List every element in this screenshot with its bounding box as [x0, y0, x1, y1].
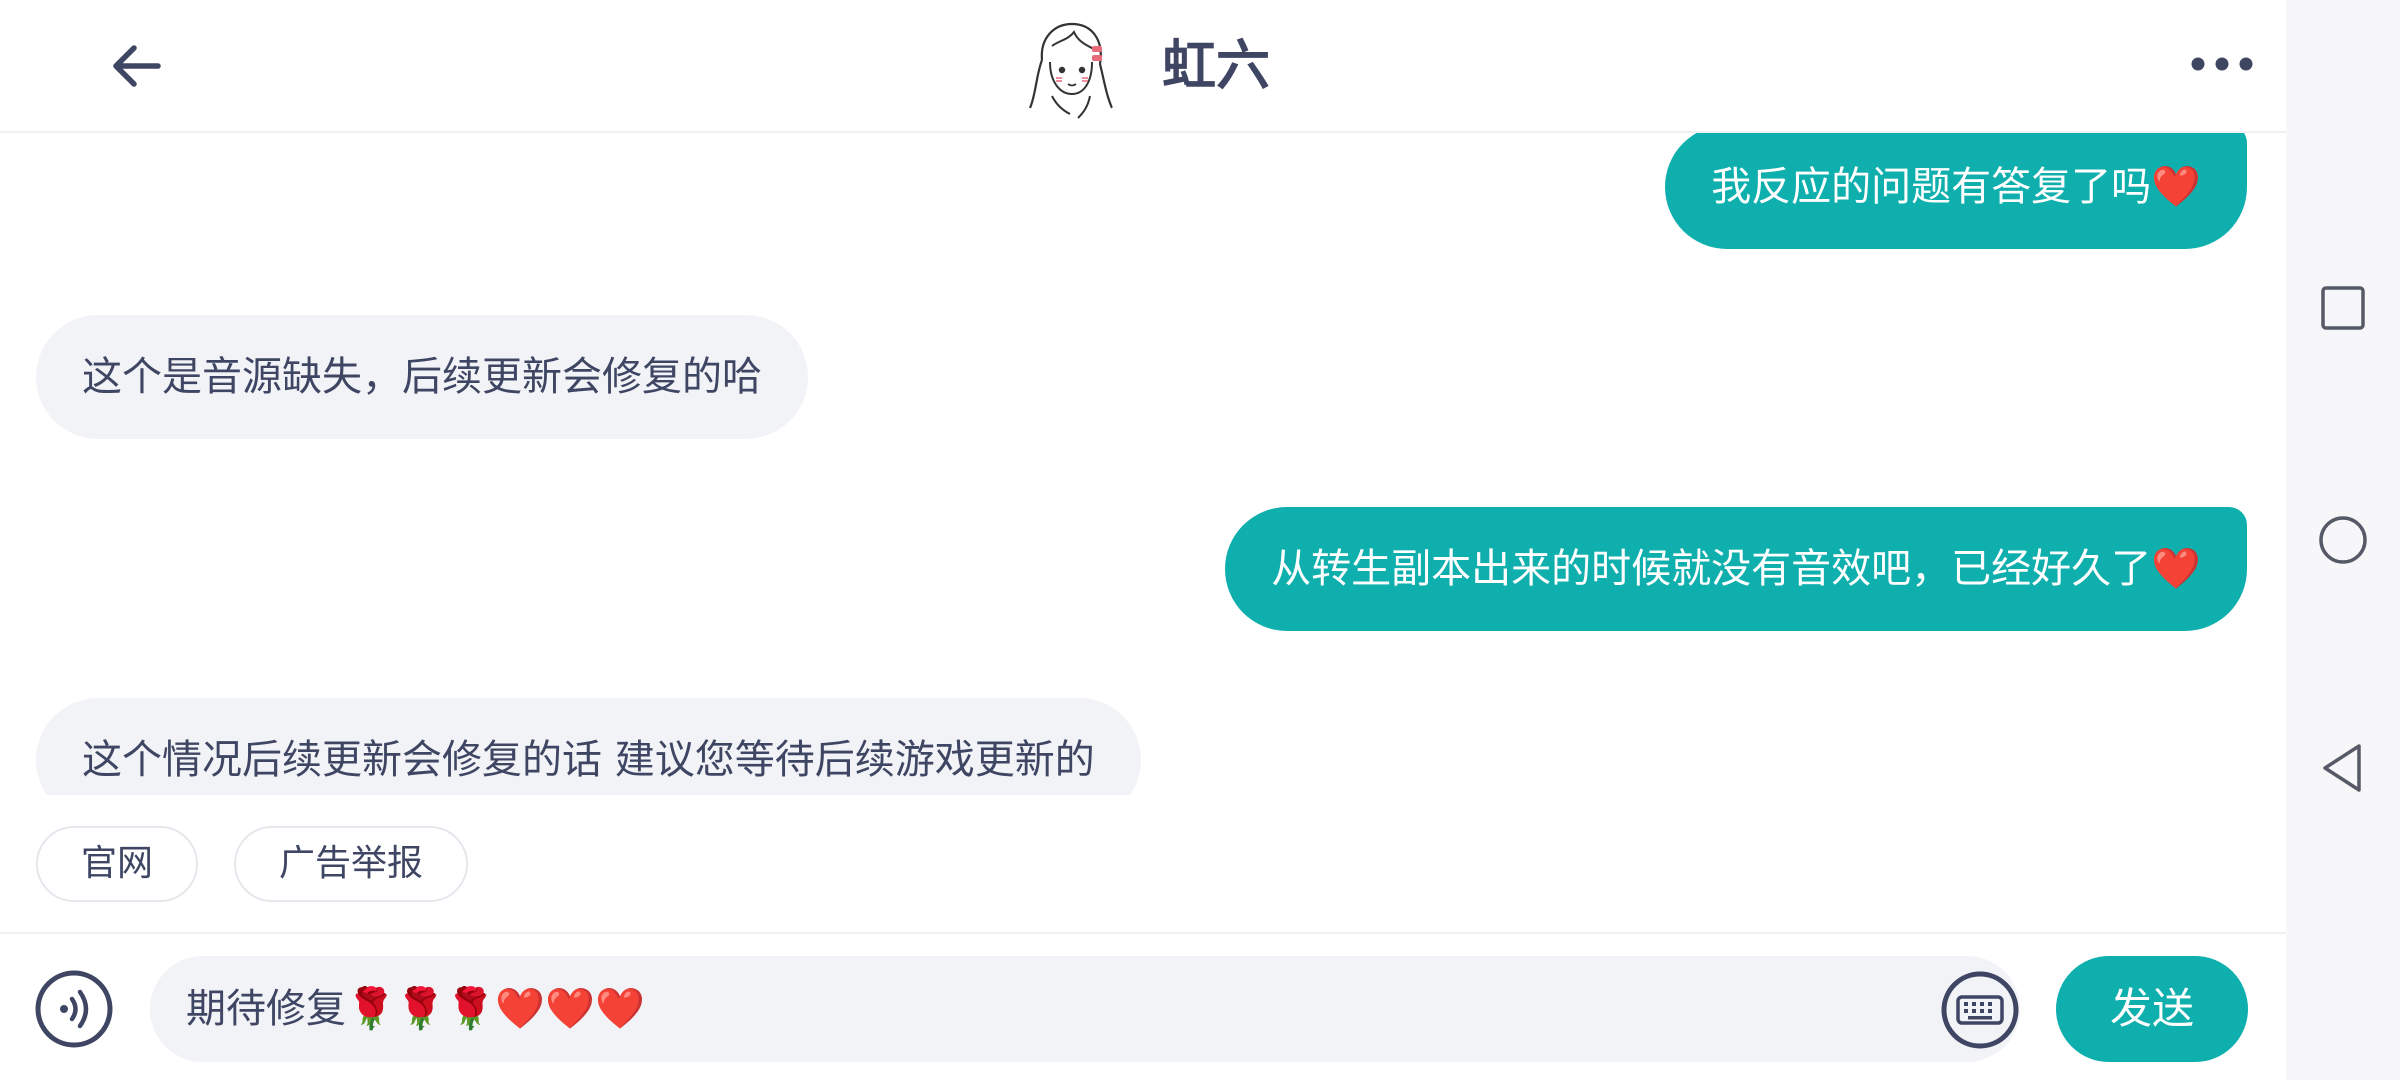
chat-screen: 虹六 我反应的问题有答复了吗❤️ 这个是音源缺失，后续更新会修复的哈 从转生副本… — [0, 0, 2400, 1080]
voice-input-button[interactable] — [34, 969, 114, 1049]
chip-official-site[interactable]: 官网 — [36, 826, 198, 902]
recents-button[interactable] — [2313, 278, 2373, 338]
message-input[interactable]: 期待修复🌹🌹🌹❤️❤️❤️ — [186, 956, 1886, 1062]
circle-icon — [2319, 516, 2367, 564]
back-button[interactable] — [100, 36, 172, 96]
keyboard-toggle-button[interactable] — [1940, 970, 2020, 1050]
message-bubble-sent[interactable]: 我反应的问题有答复了吗❤️ — [1665, 133, 2247, 249]
system-back-button[interactable] — [2313, 738, 2373, 798]
voice-icon — [35, 970, 113, 1048]
composer-bar: 期待修复🌹🌹🌹❤️❤️❤️ 发送 — [0, 932, 2286, 1080]
quick-links-bar: 官网 广告举报 — [0, 795, 2286, 932]
square-icon — [2321, 286, 2365, 330]
triangle-back-icon — [2323, 744, 2361, 792]
message-bubble-sent[interactable]: 从转生副本出来的时候就没有音效吧，已经好久了❤️ — [1225, 507, 2247, 631]
arrow-left-icon — [113, 45, 161, 87]
chat-header: 虹六 — [0, 0, 2286, 133]
avatar[interactable] — [1012, 10, 1128, 126]
contact-name: 虹六 — [1162, 34, 1270, 97]
send-button[interactable]: 发送 — [2056, 956, 2248, 1062]
chip-ad-report[interactable]: 广告举报 — [234, 826, 468, 902]
message-list[interactable]: 我反应的问题有答复了吗❤️ 这个是音源缺失，后续更新会修复的哈 从转生副本出来的… — [0, 133, 2286, 795]
system-navigation-bar — [2286, 0, 2400, 1080]
home-button[interactable] — [2313, 510, 2373, 570]
message-input-field[interactable]: 期待修复🌹🌹🌹❤️❤️❤️ — [150, 956, 2020, 1062]
message-bubble-received[interactable]: 这个是音源缺失，后续更新会修复的哈 — [36, 315, 808, 439]
message-bubble-received[interactable]: 这个情况后续更新会修复的话 建议您等待后续游戏更新的 — [36, 698, 1141, 795]
contact-avatar-illustration — [1012, 10, 1128, 126]
more-button[interactable] — [2186, 42, 2258, 86]
keyboard-icon — [1941, 971, 2019, 1049]
more-horizontal-icon — [2191, 57, 2253, 71]
